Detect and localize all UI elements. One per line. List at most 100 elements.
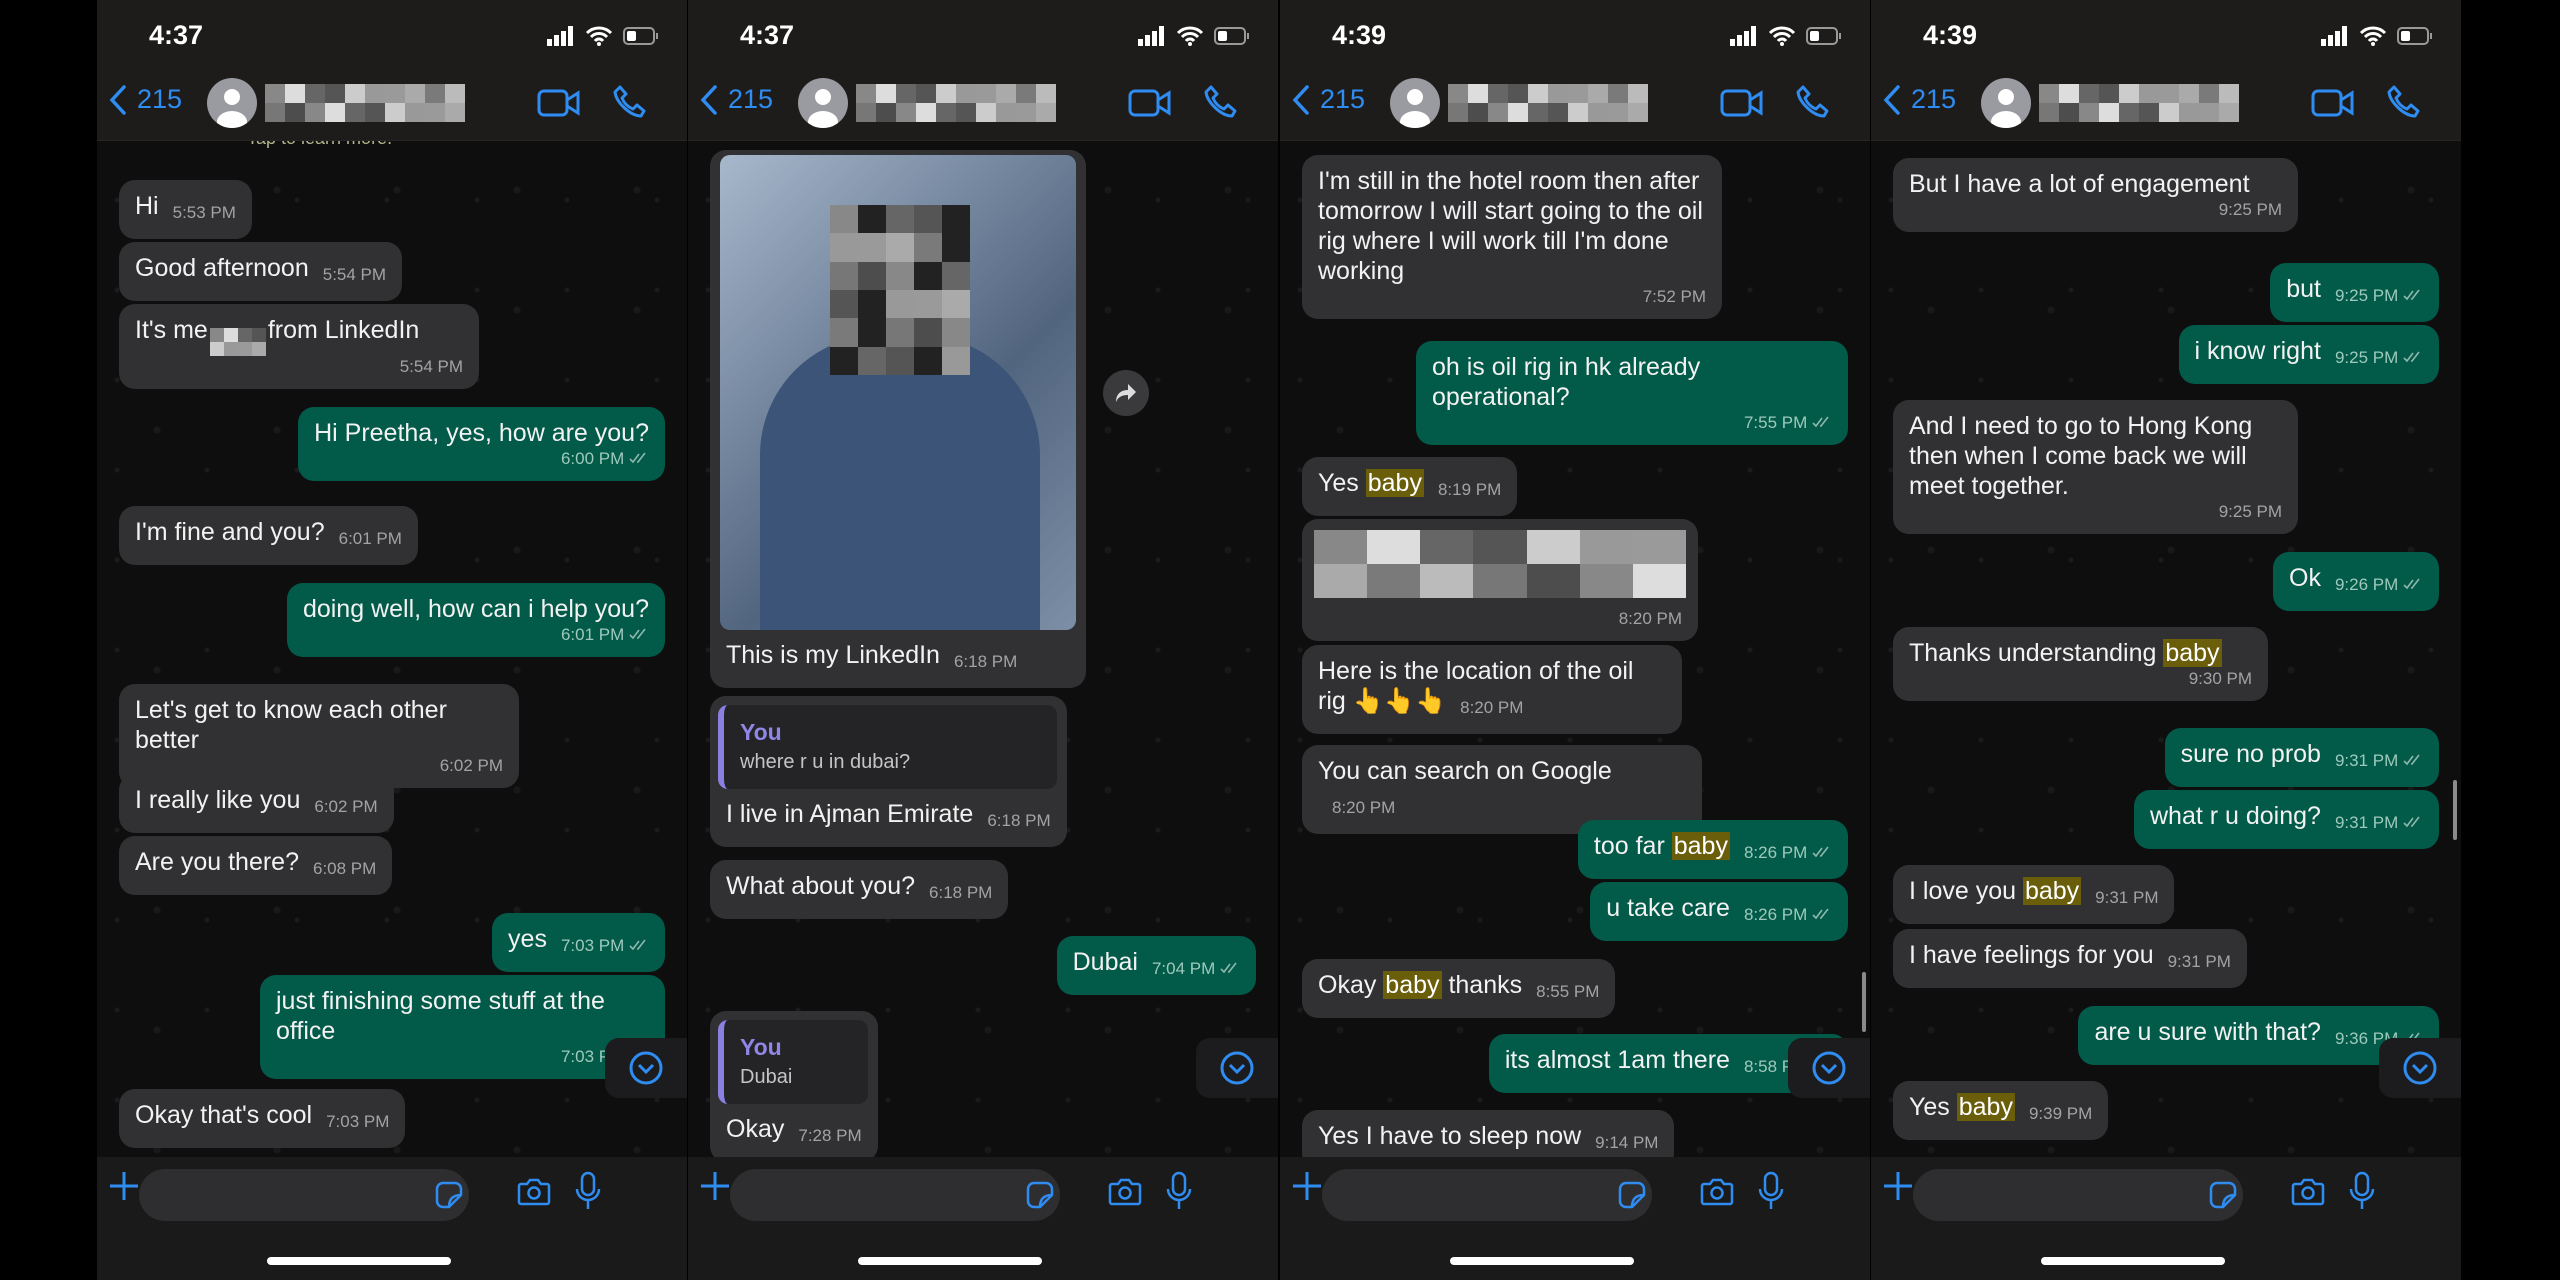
quoted-reply[interactable]: You where r u in dubai?: [718, 705, 1057, 789]
scroll-to-bottom-button[interactable]: [2379, 1038, 2461, 1098]
incoming-message[interactable]: Here is the location of the oil rig 👆👆👆 8…: [1302, 645, 1682, 734]
link-blurred[interactable]: [1314, 530, 1686, 598]
home-indicator[interactable]: [267, 1257, 451, 1265]
quoted-reply[interactable]: You Dubai: [718, 1020, 868, 1104]
outgoing-message[interactable]: oh is oil rig in hk already operational?…: [1416, 341, 1848, 445]
incoming-message[interactable]: 8:20 PM: [1302, 519, 1698, 641]
home-indicator[interactable]: [858, 1257, 1042, 1265]
avatar[interactable]: [798, 78, 848, 128]
incoming-message[interactable]: But I have a lot of engagement 9:25 PM: [1893, 158, 2298, 232]
sticker-icon[interactable]: [1026, 1181, 1054, 1209]
incoming-message[interactable]: Yes baby 8:19 PM: [1302, 457, 1518, 516]
outgoing-message[interactable]: what r u doing? 9:31 PM: [2134, 790, 2439, 849]
outgoing-message[interactable]: Hi Preetha, yes, how are you? 6:00 PM: [298, 407, 665, 481]
contact-name-blurred[interactable]: [1448, 84, 1648, 122]
scrollbar[interactable]: [2453, 780, 2457, 840]
incoming-message[interactable]: I have feelings for you 9:31 PM: [1893, 929, 2247, 988]
incoming-message[interactable]: Yes baby 9:39 PM: [1893, 1081, 2109, 1140]
microphone-icon[interactable]: [575, 1171, 601, 1211]
message-time: 8:20 PM: [1460, 698, 1524, 717]
camera-icon[interactable]: [517, 1177, 551, 1207]
incoming-message[interactable]: I'm still in the hotel room then after t…: [1302, 155, 1722, 319]
incoming-message[interactable]: Let's get to know each other better 6:02 …: [119, 684, 519, 788]
incoming-message[interactable]: Okay that's cool 7:03 PM: [119, 1089, 406, 1148]
outgoing-message[interactable]: Ok 9:26 PM: [2273, 552, 2439, 611]
outgoing-message[interactable]: doing well, how can i help you? 6:01 PM: [286, 583, 665, 657]
back-button[interactable]: 215: [1883, 84, 1956, 115]
incoming-message[interactable]: Okay baby thanks 8:55 PM: [1302, 959, 1616, 1018]
blur-pixel: [425, 103, 445, 122]
incoming-message[interactable]: You Dubai Okay 7:28 PM: [710, 1011, 878, 1162]
plus-icon[interactable]: [700, 1171, 730, 1201]
message-meta: 6:18 PM: [954, 647, 1017, 677]
message-input[interactable]: [139, 1169, 469, 1221]
message-input[interactable]: [1322, 1169, 1652, 1221]
contact-name-blurred[interactable]: [265, 84, 465, 122]
camera-icon[interactable]: [1700, 1177, 1734, 1207]
message-text: its almost 1am there: [1505, 1046, 1730, 1074]
plus-icon[interactable]: [1292, 1171, 1322, 1201]
video-call-icon[interactable]: [1128, 88, 1172, 118]
microphone-icon[interactable]: [1758, 1171, 1784, 1211]
sticker-icon[interactable]: [1618, 1181, 1646, 1209]
video-call-icon[interactable]: [2311, 88, 2355, 118]
incoming-message[interactable]: Good afternoon 5:54 PM: [119, 242, 403, 301]
incoming-message[interactable]: I really like you 6:02 PM: [119, 774, 394, 833]
incoming-message[interactable]: This is my LinkedIn 6:18 PM: [710, 150, 1086, 688]
camera-icon[interactable]: [1108, 1177, 1142, 1207]
incoming-message[interactable]: I love you baby 9:31 PM: [1893, 865, 2175, 924]
incoming-message[interactable]: Thanks understanding baby 9:30 PM: [1893, 627, 2268, 701]
sticker-icon[interactable]: [2209, 1181, 2237, 1209]
video-call-icon[interactable]: [537, 88, 581, 118]
phone-call-icon[interactable]: [612, 84, 648, 120]
outgoing-message[interactable]: but 9:25 PM: [2270, 263, 2439, 322]
home-indicator[interactable]: [1450, 1257, 1634, 1265]
scrollbar[interactable]: [1862, 972, 1866, 1032]
back-button[interactable]: 215: [700, 84, 773, 115]
message-time: 6:18 PM: [929, 883, 993, 902]
incoming-message[interactable]: And I need to go to Hong Kong then when …: [1893, 400, 2298, 534]
microphone-icon[interactable]: [1166, 1171, 1192, 1211]
video-call-icon[interactable]: [1720, 88, 1764, 118]
incoming-message[interactable]: I'm fine and you? 6:01 PM: [119, 506, 418, 565]
outgoing-message[interactable]: too far baby 8:26 PM: [1577, 820, 1848, 879]
text-segment: You can search on Google: [1318, 757, 1612, 785]
incoming-message[interactable]: You where r u in dubai? I live in Ajman Em…: [710, 696, 1067, 847]
avatar[interactable]: [1981, 78, 2031, 128]
avatar[interactable]: [1390, 78, 1440, 128]
back-button[interactable]: 215: [1292, 84, 1365, 115]
forward-button[interactable]: [1103, 370, 1149, 416]
blur-pixel: [886, 318, 914, 347]
message-input[interactable]: [1913, 1169, 2243, 1221]
incoming-message[interactable]: It's me from LinkedIn 5:54 PM: [119, 304, 479, 389]
outgoing-message[interactable]: yes 7:03 PM: [492, 913, 665, 972]
phone-call-icon[interactable]: [1795, 84, 1831, 120]
outgoing-message[interactable]: i know right 9:25 PM: [2178, 325, 2439, 384]
avatar[interactable]: [207, 78, 257, 128]
phone-call-icon[interactable]: [1203, 84, 1239, 120]
incoming-message[interactable]: Hi 5:53 PM: [119, 180, 252, 239]
scroll-to-bottom-button[interactable]: [605, 1038, 687, 1098]
scroll-to-bottom-button[interactable]: [1788, 1038, 1870, 1098]
plus-icon[interactable]: [109, 1171, 139, 1201]
scroll-to-bottom-button[interactable]: [1196, 1038, 1278, 1098]
message-input[interactable]: [730, 1169, 1060, 1221]
microphone-icon[interactable]: [2349, 1171, 2375, 1211]
contact-name-blurred[interactable]: [2039, 84, 2239, 122]
contact-name-blurred[interactable]: [856, 84, 1056, 122]
profile-photo[interactable]: [720, 155, 1076, 630]
incoming-message[interactable]: Are you there? 6:08 PM: [119, 836, 393, 895]
incoming-message[interactable]: What about you? 6:18 PM: [710, 860, 1009, 919]
message-time: 6:02 PM: [314, 797, 378, 816]
sticker-icon[interactable]: [435, 1181, 463, 1209]
plus-icon[interactable]: [1883, 1171, 1913, 1201]
outgoing-message[interactable]: u take care 8:26 PM: [1590, 882, 1848, 941]
blur-pixel: [1314, 564, 1368, 598]
back-button[interactable]: 215: [109, 84, 182, 115]
outgoing-message[interactable]: Dubai 7:04 PM: [1056, 936, 1256, 995]
phone-call-icon[interactable]: [2386, 84, 2422, 120]
camera-icon[interactable]: [2291, 1177, 2325, 1207]
blur-pixel: [2099, 103, 2119, 122]
outgoing-message[interactable]: sure no prob 9:31 PM: [2164, 728, 2439, 787]
home-indicator[interactable]: [2041, 1257, 2225, 1265]
